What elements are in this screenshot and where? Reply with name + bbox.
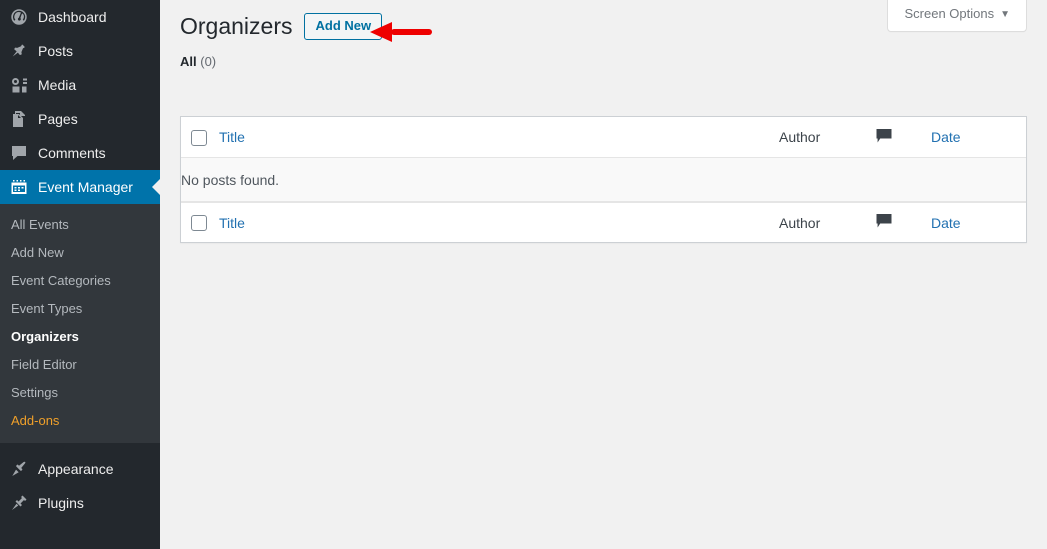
- sidebar-item-comments[interactable]: Comments: [0, 136, 160, 170]
- sidebar-item-pages[interactable]: Pages: [0, 102, 160, 136]
- column-footer-comments: [875, 202, 931, 242]
- calendar-icon: [9, 177, 29, 197]
- column-footer-date: Date: [931, 202, 1026, 242]
- select-all-header: [181, 117, 219, 157]
- table-body: No posts found.: [181, 157, 1026, 202]
- column-header-author: Author: [779, 117, 875, 157]
- admin-sidebar: Dashboard Posts Media Pages Comments Eve…: [0, 0, 160, 549]
- sidebar-item-label: Media: [38, 77, 77, 93]
- sidebar-item-label: Plugins: [38, 495, 84, 511]
- table-head: Title Author Date: [181, 117, 1026, 157]
- column-header-comments: [875, 117, 931, 157]
- column-date-link[interactable]: Date: [931, 129, 961, 145]
- event-manager-submenu: All Events Add New Event Categories Even…: [0, 204, 160, 443]
- column-header-date: Date: [931, 117, 1026, 157]
- filter-links: All (0): [180, 52, 1027, 72]
- add-new-button[interactable]: Add New: [304, 12, 383, 40]
- column-footer-author: Author: [779, 202, 875, 242]
- sidebar-item-label: Appearance: [38, 461, 114, 477]
- sidebar-item-event-manager[interactable]: Event Manager: [0, 170, 160, 204]
- sidebar-item-label: Posts: [38, 43, 74, 59]
- column-header-title: Title: [219, 117, 779, 157]
- sidebar-divider: [0, 443, 160, 452]
- select-all-footer: [181, 202, 219, 242]
- submenu-item-organizers[interactable]: Organizers: [0, 323, 160, 351]
- submenu-item-add-ons[interactable]: Add-ons: [0, 407, 160, 435]
- no-items-message: No posts found.: [181, 157, 1026, 202]
- submenu-item-event-categories[interactable]: Event Categories: [0, 267, 160, 295]
- column-date-link-footer[interactable]: Date: [931, 215, 961, 231]
- sidebar-item-label: Comments: [38, 145, 106, 161]
- comment-bubble-icon[interactable]: [875, 128, 893, 144]
- title-row: Organizers Add New: [180, 0, 1027, 44]
- sidebar-item-plugins[interactable]: Plugins: [0, 486, 160, 520]
- page-wrap: Organizers Add New All (0) Title Author …: [160, 0, 1047, 243]
- column-footer-title: Title: [219, 202, 779, 242]
- submenu-item-add-new[interactable]: Add New: [0, 239, 160, 267]
- paintbrush-icon: [9, 459, 29, 479]
- sidebar-item-posts[interactable]: Posts: [0, 34, 160, 68]
- submenu-item-all-events[interactable]: All Events: [0, 211, 160, 239]
- sidebar-item-appearance[interactable]: Appearance: [0, 452, 160, 486]
- submenu-item-settings[interactable]: Settings: [0, 379, 160, 407]
- dashboard-icon: [9, 7, 29, 27]
- pages-icon: [9, 109, 29, 129]
- page-title: Organizers: [180, 12, 293, 39]
- column-title-link[interactable]: Title: [219, 129, 245, 145]
- sidebar-item-label: Dashboard: [38, 9, 107, 25]
- pin-icon: [9, 41, 29, 61]
- plug-icon: [9, 493, 29, 513]
- submenu-item-field-editor[interactable]: Field Editor: [0, 351, 160, 379]
- filter-all-count: (0): [200, 54, 217, 69]
- sidebar-item-dashboard[interactable]: Dashboard: [0, 0, 160, 34]
- filter-all[interactable]: All (0): [180, 54, 216, 69]
- select-all-checkbox-footer[interactable]: [191, 215, 207, 232]
- no-items-row: No posts found.: [181, 157, 1026, 202]
- column-title-link-footer[interactable]: Title: [219, 215, 245, 231]
- submenu-item-event-types[interactable]: Event Types: [0, 295, 160, 323]
- comment-bubble-icon-footer[interactable]: [875, 213, 893, 229]
- table-header-row: Title Author Date: [181, 117, 1026, 157]
- select-all-checkbox[interactable]: [191, 129, 207, 146]
- comment-icon: [9, 143, 29, 163]
- main-content: Screen Options ▼ Organizers Add New All (…: [160, 0, 1047, 549]
- filter-all-link[interactable]: All: [180, 54, 197, 69]
- organizers-table: Title Author Date No posts found. Title …: [180, 116, 1027, 243]
- sidebar-item-label: Pages: [38, 111, 78, 127]
- table-footer-row: Title Author Date: [181, 202, 1026, 242]
- column-author-label-footer: Author: [779, 214, 821, 231]
- sidebar-item-media[interactable]: Media: [0, 68, 160, 102]
- sidebar-item-label: Event Manager: [38, 179, 133, 195]
- table-foot: Title Author Date: [181, 202, 1026, 242]
- column-author-label: Author: [779, 129, 821, 145]
- media-icon: [9, 75, 29, 95]
